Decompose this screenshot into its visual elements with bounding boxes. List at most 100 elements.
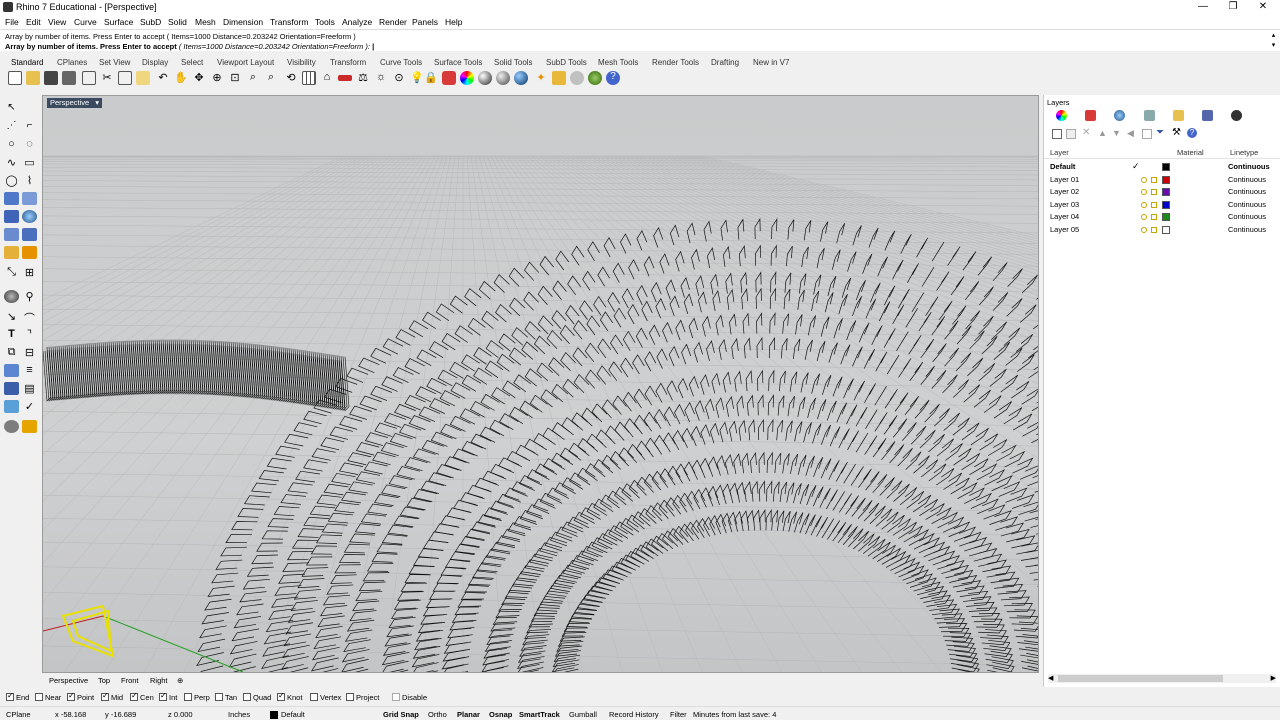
visibility-bulb-icon[interactable]	[1141, 214, 1147, 220]
osnap-project[interactable]: Project	[346, 693, 379, 702]
save-icon[interactable]	[44, 71, 58, 85]
undo-icon[interactable]: ↶	[156, 71, 170, 85]
menu-mesh[interactable]: Mesh	[195, 17, 216, 27]
viewport-title[interactable]: Perspective ▾	[47, 98, 103, 108]
sphere-solid-icon[interactable]	[22, 210, 37, 223]
osnap-int[interactable]: Int	[159, 691, 177, 702]
menu-view[interactable]: View	[48, 17, 66, 27]
lock-icon[interactable]	[1151, 202, 1157, 208]
menu-tools[interactable]: Tools	[315, 17, 335, 27]
osnap-checkbox[interactable]	[277, 691, 285, 701]
mesh-icon[interactable]	[4, 246, 19, 259]
tab-viewport-layout[interactable]: Viewport Layout	[217, 58, 274, 67]
column-layer[interactable]: Layer	[1050, 148, 1069, 157]
tab-cplanes[interactable]: CPlanes	[57, 58, 87, 67]
osnap-checkbox[interactable]	[215, 693, 223, 701]
bulb-icon[interactable]: 💡	[410, 71, 424, 85]
cut-icon[interactable]: ✂	[100, 71, 114, 85]
rotate-view-icon[interactable]: ✥	[192, 71, 206, 85]
tab-perspective[interactable]: Perspective	[49, 676, 88, 685]
render-sphere-icon[interactable]	[478, 71, 492, 85]
osnap-near[interactable]: Near	[35, 693, 61, 702]
circle-icon[interactable]: ○	[4, 138, 19, 151]
menu-edit[interactable]: Edit	[26, 17, 41, 27]
layer-color-swatch[interactable]	[1162, 226, 1170, 234]
ortho-toggle[interactable]: Ortho	[428, 710, 447, 719]
help-tab-icon[interactable]	[1231, 110, 1242, 121]
menu-surface[interactable]: Surface	[104, 17, 133, 27]
libraries-tab-icon[interactable]	[1173, 110, 1184, 121]
extrude-icon[interactable]	[4, 228, 19, 241]
menu-dimension[interactable]: Dimension	[223, 17, 263, 27]
record-history-toggle[interactable]: Record History	[609, 710, 659, 719]
lock-icon[interactable]	[1151, 177, 1157, 183]
filter-toggle[interactable]: Filter	[670, 710, 687, 719]
pan-hand-icon[interactable]: ✋	[174, 71, 188, 85]
tab-curve-tools[interactable]: Curve Tools	[380, 58, 422, 67]
lock-icon[interactable]: 🔒	[424, 71, 438, 85]
copy-clipboard-icon[interactable]	[118, 71, 132, 85]
properties-icon[interactable]: ⚖	[356, 71, 370, 85]
osnap-knot[interactable]: Knot	[277, 691, 302, 702]
osnap-checkbox[interactable]	[184, 693, 192, 701]
zoom-icon[interactable]: ⊕	[210, 71, 224, 85]
scroll-right-icon[interactable]: ▶	[1271, 674, 1276, 682]
lock-icon[interactable]	[1151, 227, 1157, 233]
gumball-toggle[interactable]: Gumball	[569, 710, 597, 719]
render-tab-icon[interactable]	[1114, 110, 1125, 121]
surface-icon[interactable]	[4, 192, 19, 205]
smarttrack-toggle[interactable]: SmartTrack	[519, 710, 560, 719]
osnap-checkbox[interactable]	[159, 691, 167, 701]
menu-render[interactable]: Render	[379, 17, 407, 27]
filter-icon[interactable]: ⏷	[1156, 128, 1166, 138]
grid-icon[interactable]	[4, 382, 19, 395]
layer-tools-icon[interactable]	[1142, 129, 1152, 139]
tab-new-in-v7[interactable]: New in V7	[753, 58, 789, 67]
layer-linetype[interactable]: Continuous	[1228, 212, 1266, 221]
viewport-menu-chevron-icon[interactable]: ▾	[95, 98, 99, 107]
tab-mesh-tools[interactable]: Mesh Tools	[598, 58, 638, 67]
layer-linetype[interactable]: Continuous	[1228, 162, 1270, 171]
osnap-cen[interactable]: Cen	[130, 691, 154, 702]
osnap-end[interactable]: End	[6, 691, 29, 702]
rebuild-icon[interactable]: ▤	[22, 382, 37, 395]
units-pane[interactable]: Inches	[228, 710, 250, 719]
mesh-sphere-icon[interactable]	[4, 420, 19, 433]
analyze-icon[interactable]: ⚲	[22, 290, 37, 303]
layer-color-swatch[interactable]	[1162, 163, 1170, 171]
scrollbar-thumb[interactable]	[1058, 675, 1223, 682]
copy-icon[interactable]	[82, 71, 96, 85]
planar-toggle[interactable]: Planar	[457, 710, 480, 719]
layers-tab-icon[interactable]	[1085, 110, 1096, 121]
osnap-disable[interactable]: Disable	[392, 693, 427, 702]
open-folder-icon[interactable]	[26, 71, 40, 85]
minimize-button[interactable]: —	[1188, 0, 1218, 15]
osnap-checkbox[interactable]	[101, 691, 109, 701]
view-manager-icon[interactable]: ⌂	[320, 71, 334, 85]
tab-transform[interactable]: Transform	[330, 58, 366, 67]
menu-transform[interactable]: Transform	[270, 17, 308, 27]
move-to-parent-icon[interactable]: ◀	[1127, 128, 1137, 138]
layer-color-swatch[interactable]	[1162, 188, 1170, 196]
fillet-icon[interactable]: ⌒	[22, 310, 37, 325]
close-button[interactable]: ✕	[1248, 0, 1278, 15]
layer-color-swatch[interactable]	[1162, 213, 1170, 221]
shaded-sphere-icon[interactable]	[496, 71, 510, 85]
tab-solid-tools[interactable]: Solid Tools	[494, 58, 533, 67]
menu-file[interactable]: File	[5, 17, 19, 27]
lights-tool-icon[interactable]	[22, 420, 37, 433]
environment-icon[interactable]	[588, 71, 602, 85]
column-linetype[interactable]: Linetype	[1230, 148, 1258, 157]
polyline-icon[interactable]: ⌐	[22, 120, 37, 133]
materials-tab-icon[interactable]	[1144, 110, 1155, 121]
osnap-checkbox[interactable]	[67, 691, 75, 701]
osnap-tan[interactable]: Tan	[215, 693, 237, 702]
tab-standard[interactable]: Standard	[11, 58, 43, 67]
paste-icon[interactable]	[136, 71, 150, 85]
layer-linetype[interactable]: Continuous	[1228, 200, 1266, 209]
layers-horizontal-scrollbar[interactable]: ◀ ▶	[1048, 674, 1276, 683]
move-down-icon[interactable]: ▼	[1112, 128, 1122, 138]
texture-icon[interactable]	[552, 71, 566, 85]
osnap-checkbox[interactable]	[243, 693, 251, 701]
layer-row-01[interactable]: Layer 01 Continuous	[1044, 174, 1280, 186]
